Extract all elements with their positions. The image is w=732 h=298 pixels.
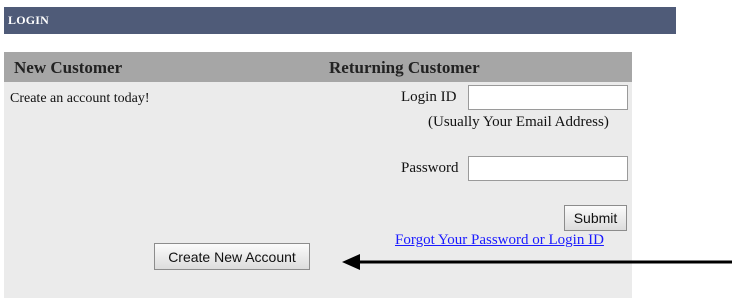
submit-button[interactable]: Submit [564, 205, 627, 231]
login-id-input[interactable] [468, 85, 628, 110]
password-input[interactable] [468, 156, 628, 181]
login-title-bar: LOGIN [4, 7, 676, 34]
create-new-account-button[interactable]: Create New Account [154, 243, 310, 270]
password-label: Password [401, 160, 459, 176]
panel-header-row: New Customer Returning Customer [4, 52, 632, 82]
returning-customer-header: Returning Customer [329, 58, 480, 77]
new-customer-header: New Customer [14, 58, 123, 77]
login-page: LOGIN New Customer Returning Customer Cr… [0, 0, 732, 298]
create-account-text: Create an account today! [10, 91, 150, 106]
forgot-password-link[interactable]: Forgot Your Password or Login ID [395, 232, 604, 249]
login-title: LOGIN [8, 13, 50, 27]
left-arrow-icon [342, 254, 732, 270]
login-id-hint: (Usually Your Email Address) [428, 114, 609, 130]
login-id-label: Login ID [401, 89, 457, 105]
